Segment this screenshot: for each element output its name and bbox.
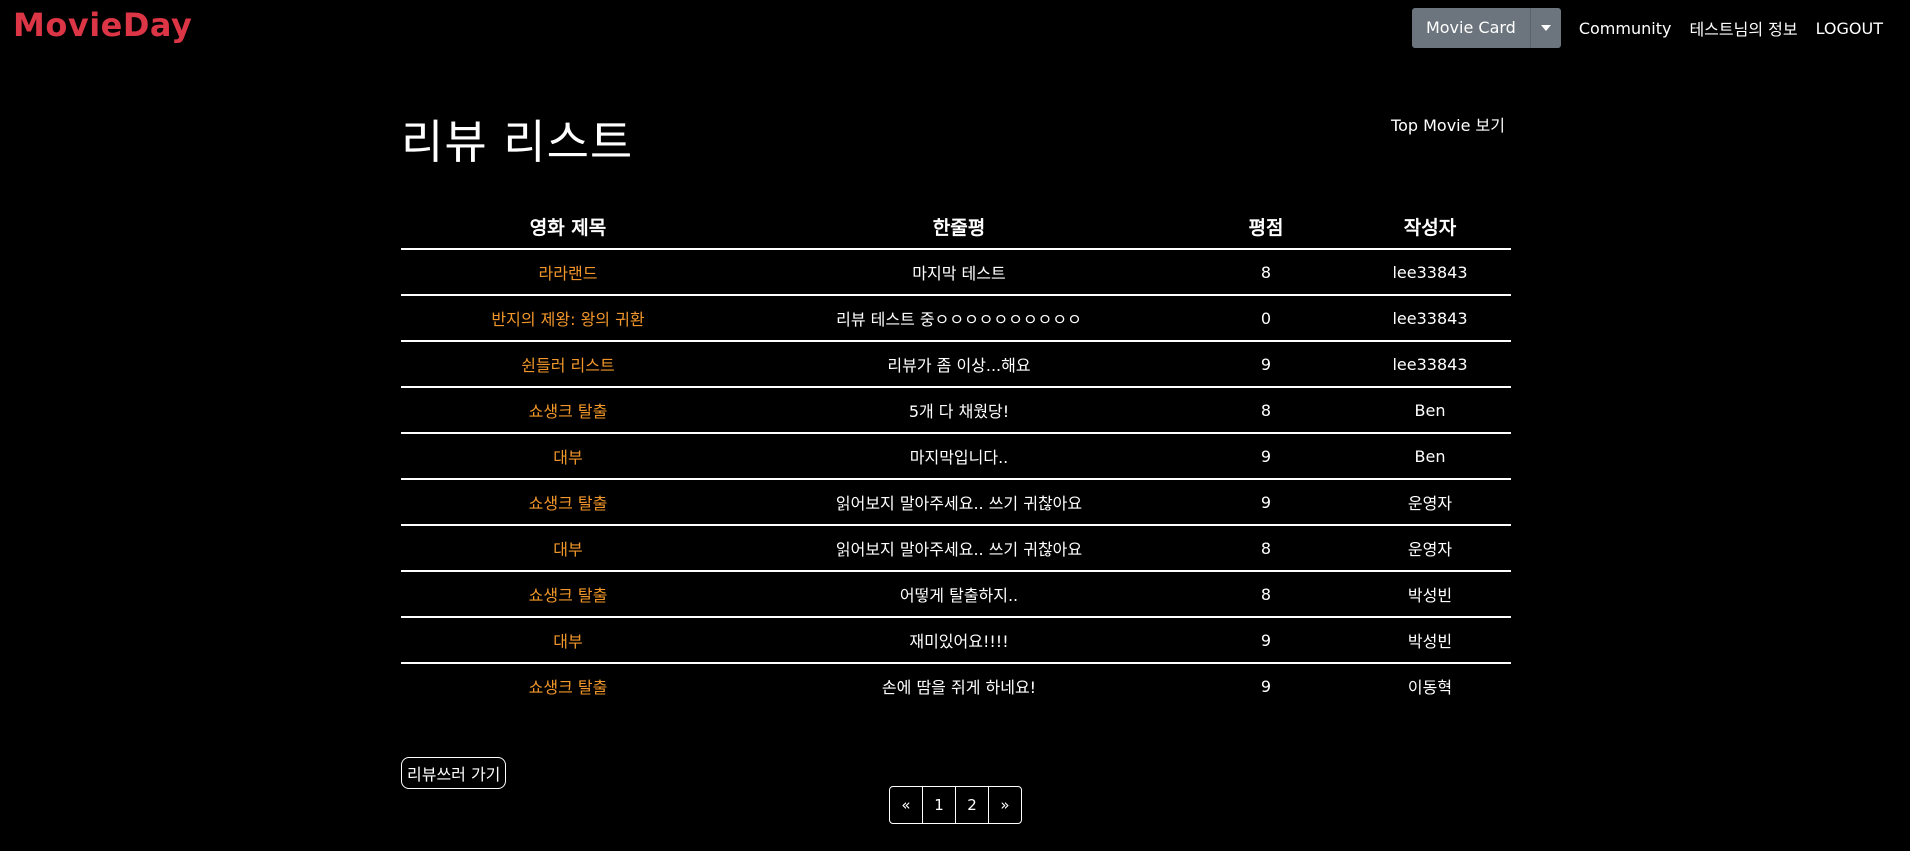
- comment-cell: 리뷰 테스트 중ㅇㅇㅇㅇㅇㅇㅇㅇㅇㅇ: [735, 295, 1183, 342]
- movie-link[interactable]: 라라랜드: [539, 264, 598, 283]
- movie-link[interactable]: 대부: [553, 540, 582, 559]
- header-movie-title: 영화 제목: [401, 204, 735, 250]
- header-author: 작성자: [1349, 204, 1511, 250]
- pagination-page-2[interactable]: 2: [956, 787, 989, 823]
- movie-cell: 쇼생크 탈출: [401, 387, 735, 434]
- table-row: 쇼생크 탈출 읽어보지 말아주세요.. 쓰기 귀찮아요 9 운영자: [401, 479, 1511, 526]
- comment-cell: 읽어보지 말아주세요.. 쓰기 귀찮아요: [735, 525, 1183, 572]
- movie-cell: 대부: [401, 433, 735, 480]
- movie-link[interactable]: 쇼생크 탈출: [529, 678, 608, 697]
- movie-cell: 쇼생크 탈출: [401, 663, 735, 708]
- movie-card-split-button: Movie Card: [1411, 8, 1561, 48]
- table-row: 쇼생크 탈출 어떻게 탈출하지.. 8 박성빈: [401, 571, 1511, 618]
- movie-link[interactable]: 쇼생크 탈출: [529, 402, 608, 421]
- author-cell: 운영자: [1349, 525, 1511, 572]
- score-cell: 9: [1183, 617, 1349, 664]
- table-header-row: 영화 제목 한줄평 평점 작성자: [401, 204, 1511, 250]
- score-cell: 9: [1183, 433, 1349, 480]
- table-row: 쇼생크 탈출 5개 다 채웠당! 8 Ben: [401, 387, 1511, 434]
- movie-link[interactable]: 쇼생크 탈출: [529, 586, 608, 605]
- author-cell: 이동혁: [1407, 678, 1453, 697]
- table-row: 대부 재미있어요!!!! 9 박성빈: [401, 617, 1511, 664]
- score-cell: 8: [1183, 525, 1349, 572]
- write-review-button[interactable]: 리뷰쓰러 가기: [401, 757, 507, 789]
- pagination: « 1 2 »: [889, 786, 1022, 824]
- movie-cell: 반지의 제왕: 왕의 귀환: [401, 295, 735, 342]
- movie-link[interactable]: 대부: [553, 448, 582, 467]
- brand-logo[interactable]: MovieDay: [13, 6, 192, 44]
- score-cell: 9: [1183, 479, 1349, 526]
- score-cell: 0: [1183, 295, 1349, 342]
- movie-card-button[interactable]: Movie Card: [1412, 8, 1531, 48]
- table-row: 반지의 제왕: 왕의 귀환 리뷰 테스트 중ㅇㅇㅇㅇㅇㅇㅇㅇㅇㅇ 0 lee33…: [401, 295, 1511, 342]
- movie-card-dropdown-toggle[interactable]: [1531, 8, 1561, 48]
- table-row: 쇼생크 탈출 손에 땀을 쥐게 하네요! 9 이동혁: [401, 663, 1511, 708]
- movie-link[interactable]: 반지의 제왕: 왕의 귀환: [491, 310, 644, 329]
- movie-link[interactable]: 대부: [553, 632, 582, 651]
- movie-cell: 쇼생크 탈출: [401, 571, 735, 618]
- page-title: 리뷰 리스트: [401, 115, 634, 169]
- score-cell: 8: [1183, 387, 1349, 434]
- movie-link[interactable]: 쉰들러 리스트: [521, 356, 614, 375]
- movie-cell: 대부: [401, 525, 735, 572]
- comment-cell: 리뷰가 좀 이상...해요: [735, 341, 1183, 388]
- table-row: 대부 읽어보지 말아주세요.. 쓰기 귀찮아요 8 운영자: [401, 525, 1511, 572]
- table-row: 라라랜드 마지막 테스트 8 lee33843: [401, 249, 1511, 296]
- logout-link[interactable]: LOGOUT: [1816, 19, 1883, 38]
- review-table: 영화 제목 한줄평 평점 작성자 라라랜드 마지막 테스트 8 lee33843…: [401, 204, 1511, 708]
- author-cell: 박성빈: [1349, 617, 1511, 664]
- author-cell: lee33843: [1349, 295, 1511, 342]
- comment-cell: 재미있어요!!!!: [735, 617, 1183, 664]
- score-cell: 8: [1183, 249, 1349, 296]
- movie-cell: 대부: [401, 617, 735, 664]
- score-cell: 8: [1183, 571, 1349, 618]
- navbar: MovieDay Movie Card Community 테스트님의 정보 L…: [0, 0, 1910, 56]
- comment-cell: 5개 다 채웠당!: [735, 387, 1183, 434]
- header-score: 평점: [1183, 204, 1349, 250]
- movie-link[interactable]: 쇼생크 탈출: [529, 494, 608, 513]
- score-cell: 9: [1183, 341, 1349, 388]
- author-cell: Ben: [1349, 433, 1511, 480]
- author-cell: lee33843: [1349, 249, 1511, 296]
- movie-cell: 쇼생크 탈출: [401, 479, 735, 526]
- movie-cell: 쉰들러 리스트: [401, 341, 735, 388]
- top-movie-link[interactable]: Top Movie 보기: [1391, 112, 1505, 136]
- community-link[interactable]: Community: [1579, 19, 1672, 38]
- pagination-page-1[interactable]: 1: [923, 787, 956, 823]
- comment-cell: 읽어보지 말아주세요.. 쓰기 귀찮아요: [735, 479, 1183, 526]
- comment-cell: 손에 땀을 쥐게 하네요!: [881, 678, 1037, 697]
- profile-link[interactable]: 테스트님의 정보: [1689, 16, 1797, 40]
- author-cell: 운영자: [1349, 479, 1511, 526]
- author-cell: 박성빈: [1349, 571, 1511, 618]
- comment-cell: 마지막입니다..: [735, 433, 1183, 480]
- comment-cell: 마지막 테스트: [735, 249, 1183, 296]
- author-cell: Ben: [1349, 387, 1511, 434]
- pagination-next[interactable]: »: [989, 787, 1021, 823]
- movie-cell: 라라랜드: [401, 249, 735, 296]
- table-row: 쉰들러 리스트 리뷰가 좀 이상...해요 9 lee33843: [401, 341, 1511, 388]
- header-comment: 한줄평: [735, 204, 1183, 250]
- author-cell: lee33843: [1349, 341, 1511, 388]
- table-row: 대부 마지막입니다.. 9 Ben: [401, 433, 1511, 480]
- nav-menu: Movie Card Community 테스트님의 정보 LOGOUT: [1411, 8, 1892, 48]
- pagination-prev[interactable]: «: [890, 787, 923, 823]
- comment-cell: 어떻게 탈출하지..: [735, 571, 1183, 618]
- score-cell: 9: [1260, 676, 1272, 696]
- caret-down-icon: [1540, 25, 1551, 31]
